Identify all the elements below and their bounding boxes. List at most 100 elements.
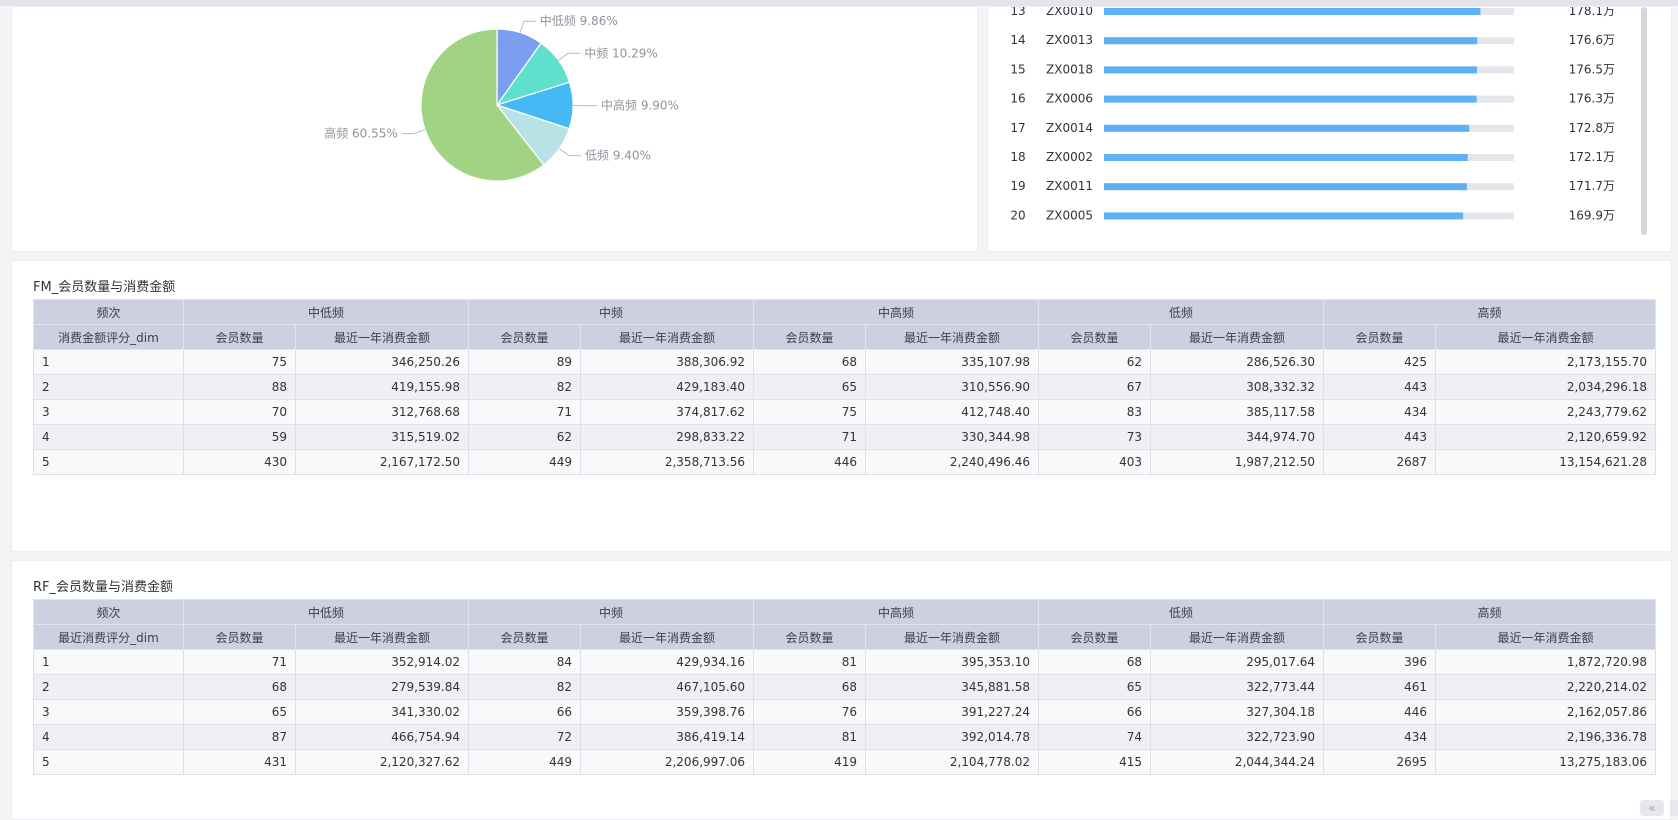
bar-value-label: 176.3万 [1569,92,1615,106]
row-dim-cell: 5 [33,449,184,475]
table-cell: 71 [183,649,296,675]
table-cell: 81 [753,649,866,675]
column-header[interactable]: 会员数量 [1323,324,1436,350]
group-header[interactable]: 高频 [1323,299,1656,325]
table-cell: 341,330.02 [295,699,469,725]
group-header[interactable]: 中高频 [753,599,1039,625]
table-cell: 322,773.44 [1150,674,1324,700]
table-cell: 65 [753,374,866,400]
table-cell: 2,162,057.86 [1435,699,1656,725]
table-cell: 419 [753,749,866,775]
table-cell: 70 [183,399,296,425]
column-header[interactable]: 会员数量 [468,624,581,650]
bar-value[interactable] [1104,66,1477,74]
table-cell: 286,526.30 [1150,349,1324,375]
column-header[interactable]: 最近一年消费金额 [1150,324,1324,350]
column-header[interactable]: 最近一年消费金额 [1435,324,1656,350]
table-row: 2 68 279,539.84 82 467,105.60 68 345,881.58 65 3… [33,674,1656,700]
column-header[interactable]: 会员数量 [183,624,296,650]
column-header[interactable]: 最近一年消费金额 [865,324,1039,350]
table-row: 4 59 315,519.02 62 298,833.22 71 330,344.98 73 3… [33,424,1656,450]
rank-label: 13 [1010,7,1025,18]
corner-header-top: 频次 [33,599,184,625]
table-cell: 13,275,183.06 [1435,749,1656,775]
table-cell: 65 [183,699,296,725]
column-header[interactable]: 最近一年消费金额 [1150,624,1324,650]
group-header[interactable]: 中低频 [183,599,469,625]
column-header[interactable]: 会员数量 [1038,324,1151,350]
bar-value[interactable] [1104,212,1464,220]
table-cell: 335,107.98 [865,349,1039,375]
column-header[interactable]: 最近一年消费金额 [1435,624,1656,650]
group-header[interactable]: 中高频 [753,299,1039,325]
column-header[interactable]: 会员数量 [753,624,866,650]
column-header[interactable]: 会员数量 [1038,624,1151,650]
table-cell: 71 [468,399,581,425]
table-cell: 2,104,778.02 [865,749,1039,775]
table-cell: 388,306.92 [580,349,754,375]
table-cell: 76 [753,699,866,725]
group-header[interactable]: 低频 [1038,299,1324,325]
bar-value[interactable] [1104,154,1468,161]
column-header[interactable]: 会员数量 [1323,624,1436,650]
panel-scrollbar[interactable] [1641,7,1647,235]
panel-toggle-icon[interactable] [1670,800,1678,816]
table-cell: 415 [1038,749,1151,775]
table-cell: 461 [1323,674,1436,700]
table-cell: 443 [1323,374,1436,400]
rf-table-title: RF_会员数量与消费金额 [33,580,174,595]
table-cell: 75 [753,399,866,425]
table-cell: 62 [1038,349,1151,375]
table-cell: 429,934.16 [580,649,754,675]
frequency-pie-chart: 中低频 9.86% 中频 10.29% 中高频 9.90% 低频 9.40% 高频 60… [324,13,679,182]
table-row: 3 65 341,330.02 66 359,398.76 76 391,227.24 66 3… [33,699,1656,725]
rank-label: 19 [1010,179,1025,193]
column-header[interactable]: 会员数量 [183,324,296,350]
group-header[interactable]: 高频 [1323,599,1656,625]
rank-label: 18 [1010,150,1025,164]
row-dim-cell: 4 [33,424,184,450]
column-header[interactable]: 最近一年消费金额 [580,624,754,650]
table-cell: 81 [753,724,866,750]
group-header[interactable]: 中低频 [183,299,469,325]
table-cell: 403 [1038,449,1151,475]
collapse-icon[interactable]: « [1640,800,1664,816]
table-cell: 67 [1038,374,1151,400]
table-cell: 385,117.58 [1150,399,1324,425]
table-cell: 2,206,997.06 [580,749,754,775]
rf-table-panel: RF_会员数量与消费金额 频次 中低频 中频 中高频 低频 高频 最近消费评分_dim 会员数… [11,560,1672,820]
bar-value[interactable] [1104,124,1470,132]
column-header[interactable]: 会员数量 [468,324,581,350]
bar-value[interactable] [1104,183,1467,191]
pie-label: 中频 10.29% [584,45,658,60]
bar-value-label: 176.5万 [1569,62,1615,76]
column-header[interactable]: 最近一年消费金额 [865,624,1039,650]
bar-value[interactable] [1104,8,1481,15]
pie-label: 低频 9.40% [585,149,651,163]
member-id-label: ZX0014 [1046,121,1093,135]
table-cell: 359,398.76 [580,699,754,725]
member-id-label: ZX0018 [1046,62,1093,76]
table-cell: 279,539.84 [295,674,469,700]
row-dim-cell: 3 [33,699,184,725]
table-cell: 1,987,212.50 [1150,449,1324,475]
table-cell: 396 [1323,649,1436,675]
bar-value[interactable] [1104,95,1477,103]
group-header[interactable]: 中频 [468,299,754,325]
group-header[interactable]: 低频 [1038,599,1324,625]
rf-pivot-table: 频次 中低频 中频 中高频 低频 高频 最近消费评分_dim 会员数量 最近一年消费金额 会员数量… [33,599,1656,775]
rank-label: 20 [1010,208,1025,222]
column-header[interactable]: 最近一年消费金额 [580,324,754,350]
column-header[interactable]: 最近一年消费金额 [295,624,469,650]
row-dim-cell: 1 [33,649,184,675]
group-header[interactable]: 中频 [468,599,754,625]
bar-value-label: 171.7万 [1569,179,1615,193]
table-cell: 386,419.14 [580,724,754,750]
rank-label: 15 [1010,62,1025,76]
column-header[interactable]: 会员数量 [753,324,866,350]
column-header[interactable]: 最近一年消费金额 [295,324,469,350]
pie-label-line [558,148,581,157]
table-cell: 395,353.10 [865,649,1039,675]
table-cell: 434 [1323,724,1436,750]
bar-value[interactable] [1104,37,1478,45]
